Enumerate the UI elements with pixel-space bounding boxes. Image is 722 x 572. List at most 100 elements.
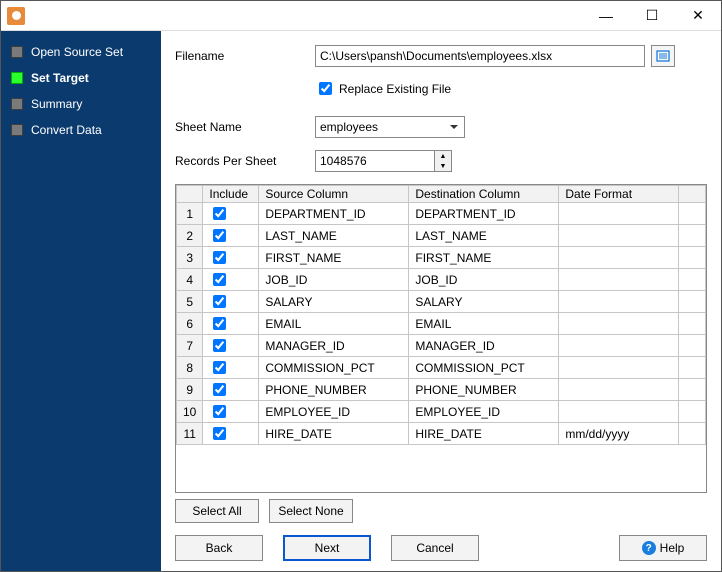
date-format-cell[interactable] bbox=[559, 335, 679, 357]
source-column-cell[interactable]: DEPARTMENT_ID bbox=[259, 203, 409, 225]
include-checkbox[interactable] bbox=[213, 251, 226, 264]
row-number[interactable]: 1 bbox=[177, 203, 203, 225]
include-checkbox[interactable] bbox=[213, 295, 226, 308]
row-number[interactable]: 6 bbox=[177, 313, 203, 335]
row-number[interactable]: 7 bbox=[177, 335, 203, 357]
columns-grid[interactable]: Include Source Column Destination Column… bbox=[175, 184, 707, 493]
date-format-cell[interactable] bbox=[559, 357, 679, 379]
replace-existing-label[interactable]: Replace Existing File bbox=[339, 82, 451, 96]
row-number[interactable]: 9 bbox=[177, 379, 203, 401]
sidebar-step-2[interactable]: Summary bbox=[1, 91, 161, 117]
titlebar: — ☐ ✕ bbox=[1, 1, 721, 31]
table-row[interactable]: 3 FIRST_NAMEFIRST_NAME bbox=[177, 247, 706, 269]
help-button[interactable]: ? Help bbox=[619, 535, 707, 561]
row-number[interactable]: 8 bbox=[177, 357, 203, 379]
source-column-cell[interactable]: HIRE_DATE bbox=[259, 423, 409, 445]
row-number[interactable]: 3 bbox=[177, 247, 203, 269]
maximize-button[interactable]: ☐ bbox=[629, 1, 675, 31]
row-number[interactable]: 5 bbox=[177, 291, 203, 313]
date-format-cell[interactable] bbox=[559, 247, 679, 269]
table-row[interactable]: 9 PHONE_NUMBERPHONE_NUMBER bbox=[177, 379, 706, 401]
spinner-down-button[interactable]: ▼ bbox=[435, 161, 451, 171]
destination-column-cell[interactable]: HIRE_DATE bbox=[409, 423, 559, 445]
spacer-cell bbox=[679, 269, 706, 291]
source-column-cell[interactable]: EMAIL bbox=[259, 313, 409, 335]
row-number[interactable]: 11 bbox=[177, 423, 203, 445]
col-header-rownum[interactable] bbox=[177, 186, 203, 203]
table-row[interactable]: 4 JOB_IDJOB_ID bbox=[177, 269, 706, 291]
date-format-cell[interactable] bbox=[559, 203, 679, 225]
date-format-cell[interactable] bbox=[559, 401, 679, 423]
records-per-sheet-input[interactable] bbox=[315, 150, 435, 172]
replace-existing-checkbox[interactable] bbox=[319, 82, 332, 95]
browse-button[interactable] bbox=[651, 45, 675, 67]
source-column-cell[interactable]: MANAGER_ID bbox=[259, 335, 409, 357]
destination-column-cell[interactable]: PHONE_NUMBER bbox=[409, 379, 559, 401]
source-column-cell[interactable]: JOB_ID bbox=[259, 269, 409, 291]
col-header-include[interactable]: Include bbox=[203, 186, 259, 203]
destination-column-cell[interactable]: JOB_ID bbox=[409, 269, 559, 291]
source-column-cell[interactable]: SALARY bbox=[259, 291, 409, 313]
filename-input[interactable] bbox=[315, 45, 645, 67]
destination-column-cell[interactable]: SALARY bbox=[409, 291, 559, 313]
destination-column-cell[interactable]: DEPARTMENT_ID bbox=[409, 203, 559, 225]
table-row[interactable]: 2 LAST_NAMELAST_NAME bbox=[177, 225, 706, 247]
back-button[interactable]: Back bbox=[175, 535, 263, 561]
browse-icon bbox=[656, 49, 670, 63]
table-row[interactable]: 5 SALARYSALARY bbox=[177, 291, 706, 313]
row-number[interactable]: 4 bbox=[177, 269, 203, 291]
row-number[interactable]: 10 bbox=[177, 401, 203, 423]
include-checkbox[interactable] bbox=[213, 405, 226, 418]
date-format-cell[interactable] bbox=[559, 225, 679, 247]
source-column-cell[interactable]: LAST_NAME bbox=[259, 225, 409, 247]
include-checkbox[interactable] bbox=[213, 207, 226, 220]
include-checkbox[interactable] bbox=[213, 339, 226, 352]
select-none-button[interactable]: Select None bbox=[269, 499, 353, 523]
include-checkbox[interactable] bbox=[213, 229, 226, 242]
cancel-button[interactable]: Cancel bbox=[391, 535, 479, 561]
minimize-button[interactable]: — bbox=[583, 1, 629, 31]
col-header-format[interactable]: Date Format bbox=[559, 186, 679, 203]
sidebar-step-0[interactable]: Open Source Set bbox=[1, 39, 161, 65]
date-format-cell[interactable] bbox=[559, 269, 679, 291]
wizard-body: Open Source SetSet TargetSummaryConvert … bbox=[1, 31, 721, 571]
date-format-cell[interactable] bbox=[559, 313, 679, 335]
records-per-sheet-spinner[interactable]: ▲ ▼ bbox=[315, 150, 452, 172]
col-header-source[interactable]: Source Column bbox=[259, 186, 409, 203]
spinner-up-button[interactable]: ▲ bbox=[435, 151, 451, 161]
date-format-cell[interactable] bbox=[559, 291, 679, 313]
destination-column-cell[interactable]: LAST_NAME bbox=[409, 225, 559, 247]
include-checkbox[interactable] bbox=[213, 361, 226, 374]
include-checkbox[interactable] bbox=[213, 317, 226, 330]
table-row[interactable]: 8 COMMISSION_PCTCOMMISSION_PCT bbox=[177, 357, 706, 379]
destination-column-cell[interactable]: FIRST_NAME bbox=[409, 247, 559, 269]
source-column-cell[interactable]: FIRST_NAME bbox=[259, 247, 409, 269]
destination-column-cell[interactable]: EMPLOYEE_ID bbox=[409, 401, 559, 423]
table-row[interactable]: 1 DEPARTMENT_IDDEPARTMENT_ID bbox=[177, 203, 706, 225]
include-cell bbox=[203, 423, 259, 445]
next-button[interactable]: Next bbox=[283, 535, 371, 561]
source-column-cell[interactable]: PHONE_NUMBER bbox=[259, 379, 409, 401]
source-column-cell[interactable]: EMPLOYEE_ID bbox=[259, 401, 409, 423]
table-row[interactable]: 11HIRE_DATEHIRE_DATEmm/dd/yyyy bbox=[177, 423, 706, 445]
sidebar-step-3[interactable]: Convert Data bbox=[1, 117, 161, 143]
row-number[interactable]: 2 bbox=[177, 225, 203, 247]
table-row[interactable]: 6 EMAILEMAIL bbox=[177, 313, 706, 335]
close-button[interactable]: ✕ bbox=[675, 1, 721, 31]
sidebar-step-1[interactable]: Set Target bbox=[1, 65, 161, 91]
date-format-cell[interactable] bbox=[559, 379, 679, 401]
destination-column-cell[interactable]: EMAIL bbox=[409, 313, 559, 335]
include-checkbox[interactable] bbox=[213, 427, 226, 440]
source-column-cell[interactable]: COMMISSION_PCT bbox=[259, 357, 409, 379]
include-checkbox[interactable] bbox=[213, 383, 226, 396]
destination-column-cell[interactable]: MANAGER_ID bbox=[409, 335, 559, 357]
date-format-cell[interactable]: mm/dd/yyyy bbox=[559, 423, 679, 445]
include-checkbox[interactable] bbox=[213, 273, 226, 286]
destination-column-cell[interactable]: COMMISSION_PCT bbox=[409, 357, 559, 379]
sheet-name-select[interactable]: employees bbox=[315, 116, 465, 138]
records-per-sheet-label: Records Per Sheet bbox=[175, 154, 315, 168]
col-header-dest[interactable]: Destination Column bbox=[409, 186, 559, 203]
table-row[interactable]: 7 MANAGER_IDMANAGER_ID bbox=[177, 335, 706, 357]
select-all-button[interactable]: Select All bbox=[175, 499, 259, 523]
table-row[interactable]: 10 EMPLOYEE_IDEMPLOYEE_ID bbox=[177, 401, 706, 423]
